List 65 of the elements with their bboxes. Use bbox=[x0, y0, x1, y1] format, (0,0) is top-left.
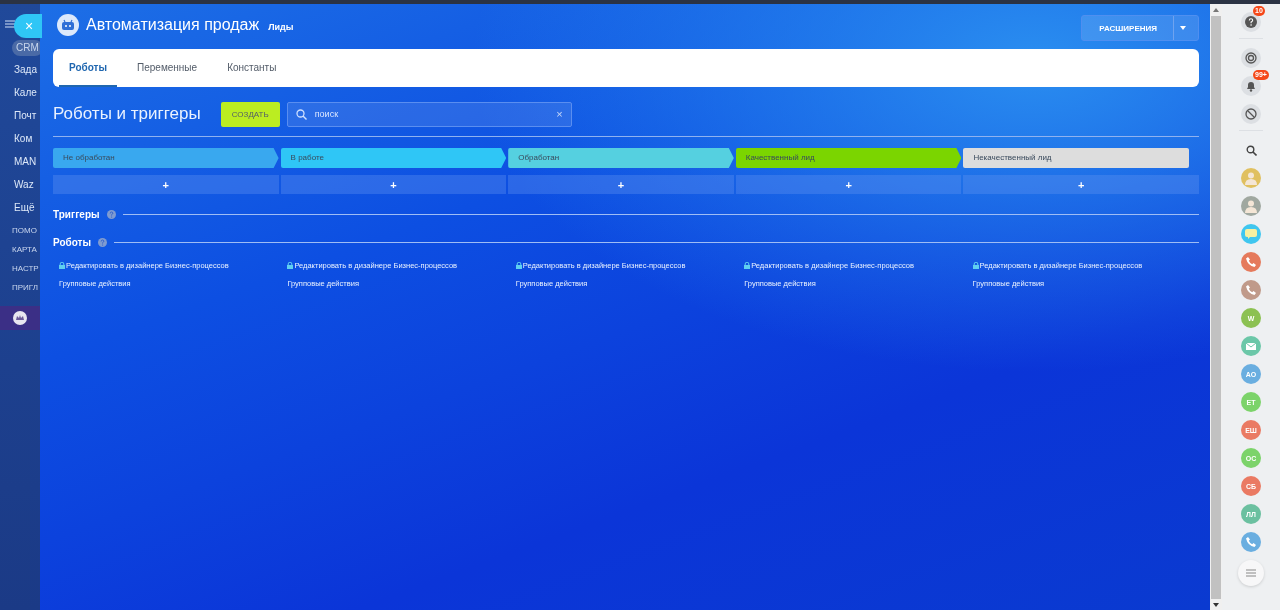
menu-item[interactable]: Зада bbox=[14, 64, 37, 76]
tab[interactable]: Переменные bbox=[127, 49, 208, 87]
menu-icon bbox=[1246, 569, 1256, 577]
section-label: Триггеры bbox=[53, 209, 100, 220]
menu-item[interactable]: Ком bbox=[14, 133, 33, 145]
lock-icon bbox=[59, 262, 65, 269]
arrow-up-icon bbox=[1213, 8, 1219, 12]
search-field[interactable]: поиск × bbox=[286, 101, 572, 127]
phone-icon bbox=[1246, 537, 1256, 547]
menu-item[interactable]: Почт bbox=[14, 110, 37, 122]
page-subtitle: Лиды bbox=[268, 21, 294, 32]
arrow-down-icon bbox=[1213, 603, 1219, 607]
create-button[interactable]: СОЗДАТЬ bbox=[220, 101, 280, 127]
menu-item[interactable]: ПОМО bbox=[12, 226, 37, 235]
user-row[interactable] bbox=[0, 306, 40, 330]
mail-icon bbox=[1246, 342, 1256, 350]
menu-item[interactable]: MAN bbox=[14, 156, 37, 168]
caret-icon bbox=[1179, 26, 1186, 30]
menu-icon bbox=[5, 20, 15, 28]
contact-avatar[interactable] bbox=[1241, 280, 1261, 300]
lock-icon bbox=[744, 262, 751, 269]
tab[interactable]: Константы bbox=[217, 49, 287, 87]
tab[interactable]: Роботы bbox=[59, 49, 117, 87]
lock-icon bbox=[972, 262, 979, 269]
section-label: Роботы bbox=[53, 237, 91, 248]
search-icon bbox=[295, 108, 307, 120]
page-title: Автоматизация продаж bbox=[86, 16, 260, 34]
robot-icon bbox=[57, 14, 79, 36]
add-robot-button[interactable]: + bbox=[963, 175, 1199, 194]
contact-avatar[interactable] bbox=[1241, 336, 1261, 356]
target-icon bbox=[1245, 52, 1257, 64]
phone-icon bbox=[1246, 285, 1256, 295]
contact-avatar[interactable] bbox=[1241, 252, 1261, 272]
menu-item[interactable]: CRM bbox=[12, 40, 40, 56]
phone-icon bbox=[1246, 257, 1256, 267]
menu-item[interactable]: Ещё bbox=[14, 202, 35, 214]
menu-item[interactable]: Кале bbox=[14, 87, 37, 99]
contact-avatar[interactable] bbox=[1241, 168, 1261, 188]
add-robot-button[interactable]: + bbox=[280, 175, 507, 194]
contact-avatar[interactable] bbox=[1241, 196, 1261, 216]
clear-icon[interactable]: × bbox=[556, 108, 563, 120]
menu-item[interactable]: Waz bbox=[14, 179, 34, 191]
bell-button[interactable] bbox=[1241, 76, 1261, 96]
bell-icon bbox=[1245, 80, 1257, 92]
lock-icon bbox=[515, 262, 522, 269]
menu-item[interactable]: КАРТА bbox=[12, 245, 37, 254]
person-icon bbox=[1244, 199, 1258, 213]
menu-item[interactable]: ПРИГЛ bbox=[12, 283, 38, 292]
add-robot-button[interactable]: + bbox=[508, 175, 734, 194]
help-icon bbox=[1245, 16, 1257, 28]
avatar-icon bbox=[13, 311, 27, 325]
contact-avatar[interactable] bbox=[1241, 224, 1261, 244]
target-button[interactable] bbox=[1241, 48, 1261, 68]
contact-avatar[interactable] bbox=[1241, 532, 1261, 552]
person-icon bbox=[1244, 171, 1258, 185]
search-icon bbox=[1245, 144, 1257, 156]
section-heading: Роботы и триггеры bbox=[53, 104, 201, 124]
help-button[interactable] bbox=[1241, 12, 1261, 32]
lock-icon bbox=[287, 262, 294, 269]
add-robot-button[interactable]: + bbox=[53, 175, 279, 194]
help-icon bbox=[98, 238, 107, 247]
menu-button[interactable] bbox=[1238, 560, 1264, 586]
menu-item[interactable]: НАСТР bbox=[12, 264, 39, 273]
help-icon bbox=[106, 210, 116, 219]
add-robot-button[interactable]: + bbox=[735, 175, 962, 194]
